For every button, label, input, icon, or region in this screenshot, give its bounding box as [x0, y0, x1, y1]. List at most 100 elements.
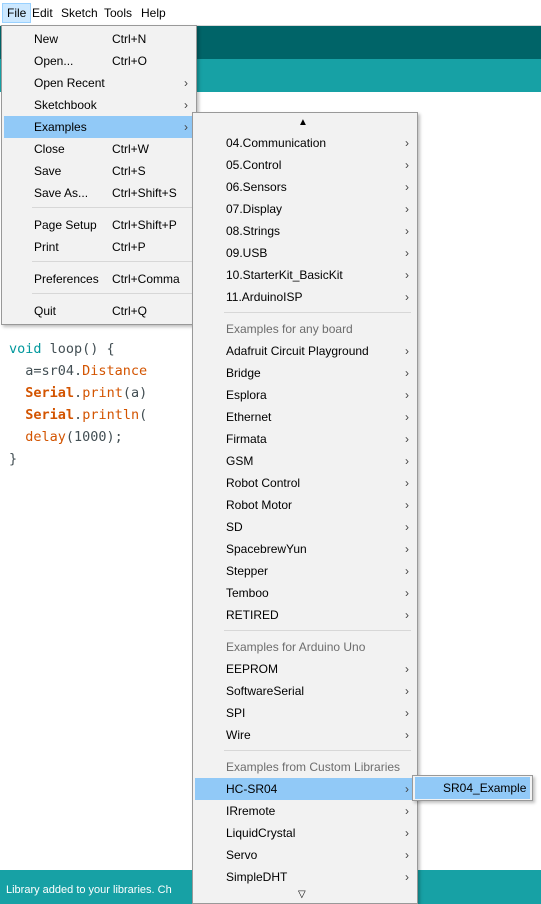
- menu-item-firmata[interactable]: Firmata ›: [195, 428, 415, 450]
- chevron-right-icon: ›: [405, 684, 409, 698]
- menu-item-gsm[interactable]: GSM ›: [195, 450, 415, 472]
- menu-item-adafruit[interactable]: Adafruit Circuit Playground ›: [195, 340, 415, 362]
- menu-item-06-sensors[interactable]: 06.Sensors ›: [195, 176, 415, 198]
- menu-item-eeprom[interactable]: EEPROM ›: [195, 658, 415, 680]
- menu-item-stepper[interactable]: Stepper ›: [195, 560, 415, 582]
- menu-item-simpledht[interactable]: SimpleDHT ›: [195, 866, 415, 888]
- chevron-right-icon: ›: [405, 476, 409, 490]
- menu-bar: File Edit Sketch Tools Help: [0, 0, 541, 26]
- chevron-right-icon: ›: [405, 586, 409, 600]
- menu-item-08-strings[interactable]: 08.Strings ›: [195, 220, 415, 242]
- chevron-right-icon: ›: [405, 662, 409, 676]
- section-header-uno: Examples for Arduino Uno: [226, 640, 366, 654]
- scroll-up-icon[interactable]: ▲: [298, 117, 308, 128]
- menu-item-10-starterkit[interactable]: 10.StarterKit_BasicKit ›: [195, 264, 415, 286]
- menu-item-sketchbook[interactable]: Sketchbook ›: [4, 94, 194, 116]
- chevron-right-icon: ›: [405, 564, 409, 578]
- menu-separator: [32, 293, 192, 294]
- chevron-right-icon: ›: [405, 224, 409, 238]
- menu-separator: [224, 750, 411, 751]
- menu-item-05-control[interactable]: 05.Control ›: [195, 154, 415, 176]
- menu-item-servo[interactable]: Servo ›: [195, 844, 415, 866]
- menu-item-sd[interactable]: SD ›: [195, 516, 415, 538]
- chevron-right-icon: ›: [405, 542, 409, 556]
- code-line: Serial.println(: [25, 407, 148, 423]
- section-header-any-board: Examples for any board: [226, 322, 353, 336]
- status-message: Library added to your libraries. Ch: [6, 884, 172, 896]
- hc-sr04-submenu: SR04_Example: [412, 775, 533, 801]
- chevron-right-icon: ›: [405, 410, 409, 424]
- menu-item-robot-motor[interactable]: Robot Motor ›: [195, 494, 415, 516]
- file-menu: New Ctrl+N Open... Ctrl+O Open Recent › Ske…: [1, 25, 197, 325]
- chevron-right-icon: ›: [405, 826, 409, 840]
- menu-item-spi[interactable]: SPI ›: [195, 702, 415, 724]
- menu-item-bridge[interactable]: Bridge ›: [195, 362, 415, 384]
- menu-item-11-arduinoisp[interactable]: 11.ArduinoISP ›: [195, 286, 415, 308]
- chevron-right-icon: ›: [405, 706, 409, 720]
- menu-item-examples[interactable]: Examples ›: [4, 116, 194, 138]
- chevron-right-icon: ›: [405, 432, 409, 446]
- menu-item-print[interactable]: Print Ctrl+P: [4, 236, 194, 258]
- code-line: Serial.print(a): [25, 385, 148, 401]
- menu-item-temboo[interactable]: Temboo ›: [195, 582, 415, 604]
- menu-item-09-usb[interactable]: 09.USB ›: [195, 242, 415, 264]
- menu-item-sr04-example[interactable]: SR04_Example: [415, 777, 530, 799]
- chevron-right-icon: ›: [405, 290, 409, 304]
- code-line: a=sr04.Distance: [9, 363, 148, 379]
- code-line: void loop() {: [9, 341, 115, 357]
- scroll-down-icon[interactable]: ▽: [298, 889, 306, 900]
- menu-item-07-display[interactable]: 07.Display ›: [195, 198, 415, 220]
- chevron-right-icon: ›: [184, 76, 188, 90]
- menu-sketch[interactable]: Sketch: [57, 3, 102, 23]
- chevron-right-icon: ›: [405, 870, 409, 884]
- chevron-right-icon: ›: [405, 268, 409, 282]
- menu-item-close[interactable]: Close Ctrl+W: [4, 138, 194, 160]
- menu-item-open[interactable]: Open... Ctrl+O: [4, 50, 194, 72]
- code-line: }: [9, 451, 18, 467]
- menu-item-liquidcrystal[interactable]: LiquidCrystal ›: [195, 822, 415, 844]
- menu-file[interactable]: File: [2, 3, 32, 23]
- examples-submenu: ▲ 04.Communication › 05.Control › 06.Senso…: [192, 112, 418, 904]
- menu-item-save[interactable]: Save Ctrl+S: [4, 160, 194, 182]
- menu-item-softwareserial[interactable]: SoftwareSerial ›: [195, 680, 415, 702]
- chevron-right-icon: ›: [405, 136, 409, 150]
- chevron-right-icon: ›: [405, 848, 409, 862]
- chevron-right-icon: ›: [405, 158, 409, 172]
- chevron-right-icon: ›: [405, 388, 409, 402]
- chevron-right-icon: ›: [184, 98, 188, 112]
- menu-item-wire[interactable]: Wire ›: [195, 724, 415, 746]
- menu-item-retired[interactable]: RETIRED ›: [195, 604, 415, 626]
- menu-separator: [224, 630, 411, 631]
- menu-item-esplora[interactable]: Esplora ›: [195, 384, 415, 406]
- menu-item-robot-control[interactable]: Robot Control ›: [195, 472, 415, 494]
- menu-item-quit[interactable]: Quit Ctrl+Q: [4, 300, 194, 322]
- menu-separator: [224, 312, 411, 313]
- chevron-right-icon: ›: [405, 180, 409, 194]
- chevron-right-icon: ›: [405, 520, 409, 534]
- chevron-right-icon: ›: [184, 120, 188, 134]
- menu-edit[interactable]: Edit: [28, 3, 57, 23]
- menu-separator: [32, 261, 192, 262]
- menu-item-irremote[interactable]: IRremote ›: [195, 800, 415, 822]
- menu-item-new[interactable]: New Ctrl+N: [4, 28, 194, 50]
- chevron-right-icon: ›: [405, 498, 409, 512]
- menu-item-hc-sr04[interactable]: HC-SR04 ›: [195, 778, 415, 800]
- code-line: delay(1000);: [25, 429, 123, 445]
- chevron-right-icon: ›: [405, 246, 409, 260]
- chevron-right-icon: ›: [405, 728, 409, 742]
- menu-help[interactable]: Help: [137, 3, 170, 23]
- menu-item-spacebrewyun[interactable]: SpacebrewYun ›: [195, 538, 415, 560]
- section-header-custom: Examples from Custom Libraries: [226, 760, 401, 774]
- chevron-right-icon: ›: [405, 608, 409, 622]
- menu-item-page-setup[interactable]: Page Setup Ctrl+Shift+P: [4, 214, 194, 236]
- menu-item-save-as[interactable]: Save As... Ctrl+Shift+S: [4, 182, 194, 204]
- menu-item-open-recent[interactable]: Open Recent ›: [4, 72, 194, 94]
- menu-tools[interactable]: Tools: [100, 3, 136, 23]
- menu-item-04-communication[interactable]: 04.Communication ›: [195, 132, 415, 154]
- menu-item-preferences[interactable]: Preferences Ctrl+Comma: [4, 268, 194, 290]
- chevron-right-icon: ›: [405, 782, 409, 796]
- chevron-right-icon: ›: [405, 454, 409, 468]
- menu-item-ethernet[interactable]: Ethernet ›: [195, 406, 415, 428]
- chevron-right-icon: ›: [405, 202, 409, 216]
- code-content: void loop() { a=sr04.Distance Serial.pri…: [9, 338, 147, 470]
